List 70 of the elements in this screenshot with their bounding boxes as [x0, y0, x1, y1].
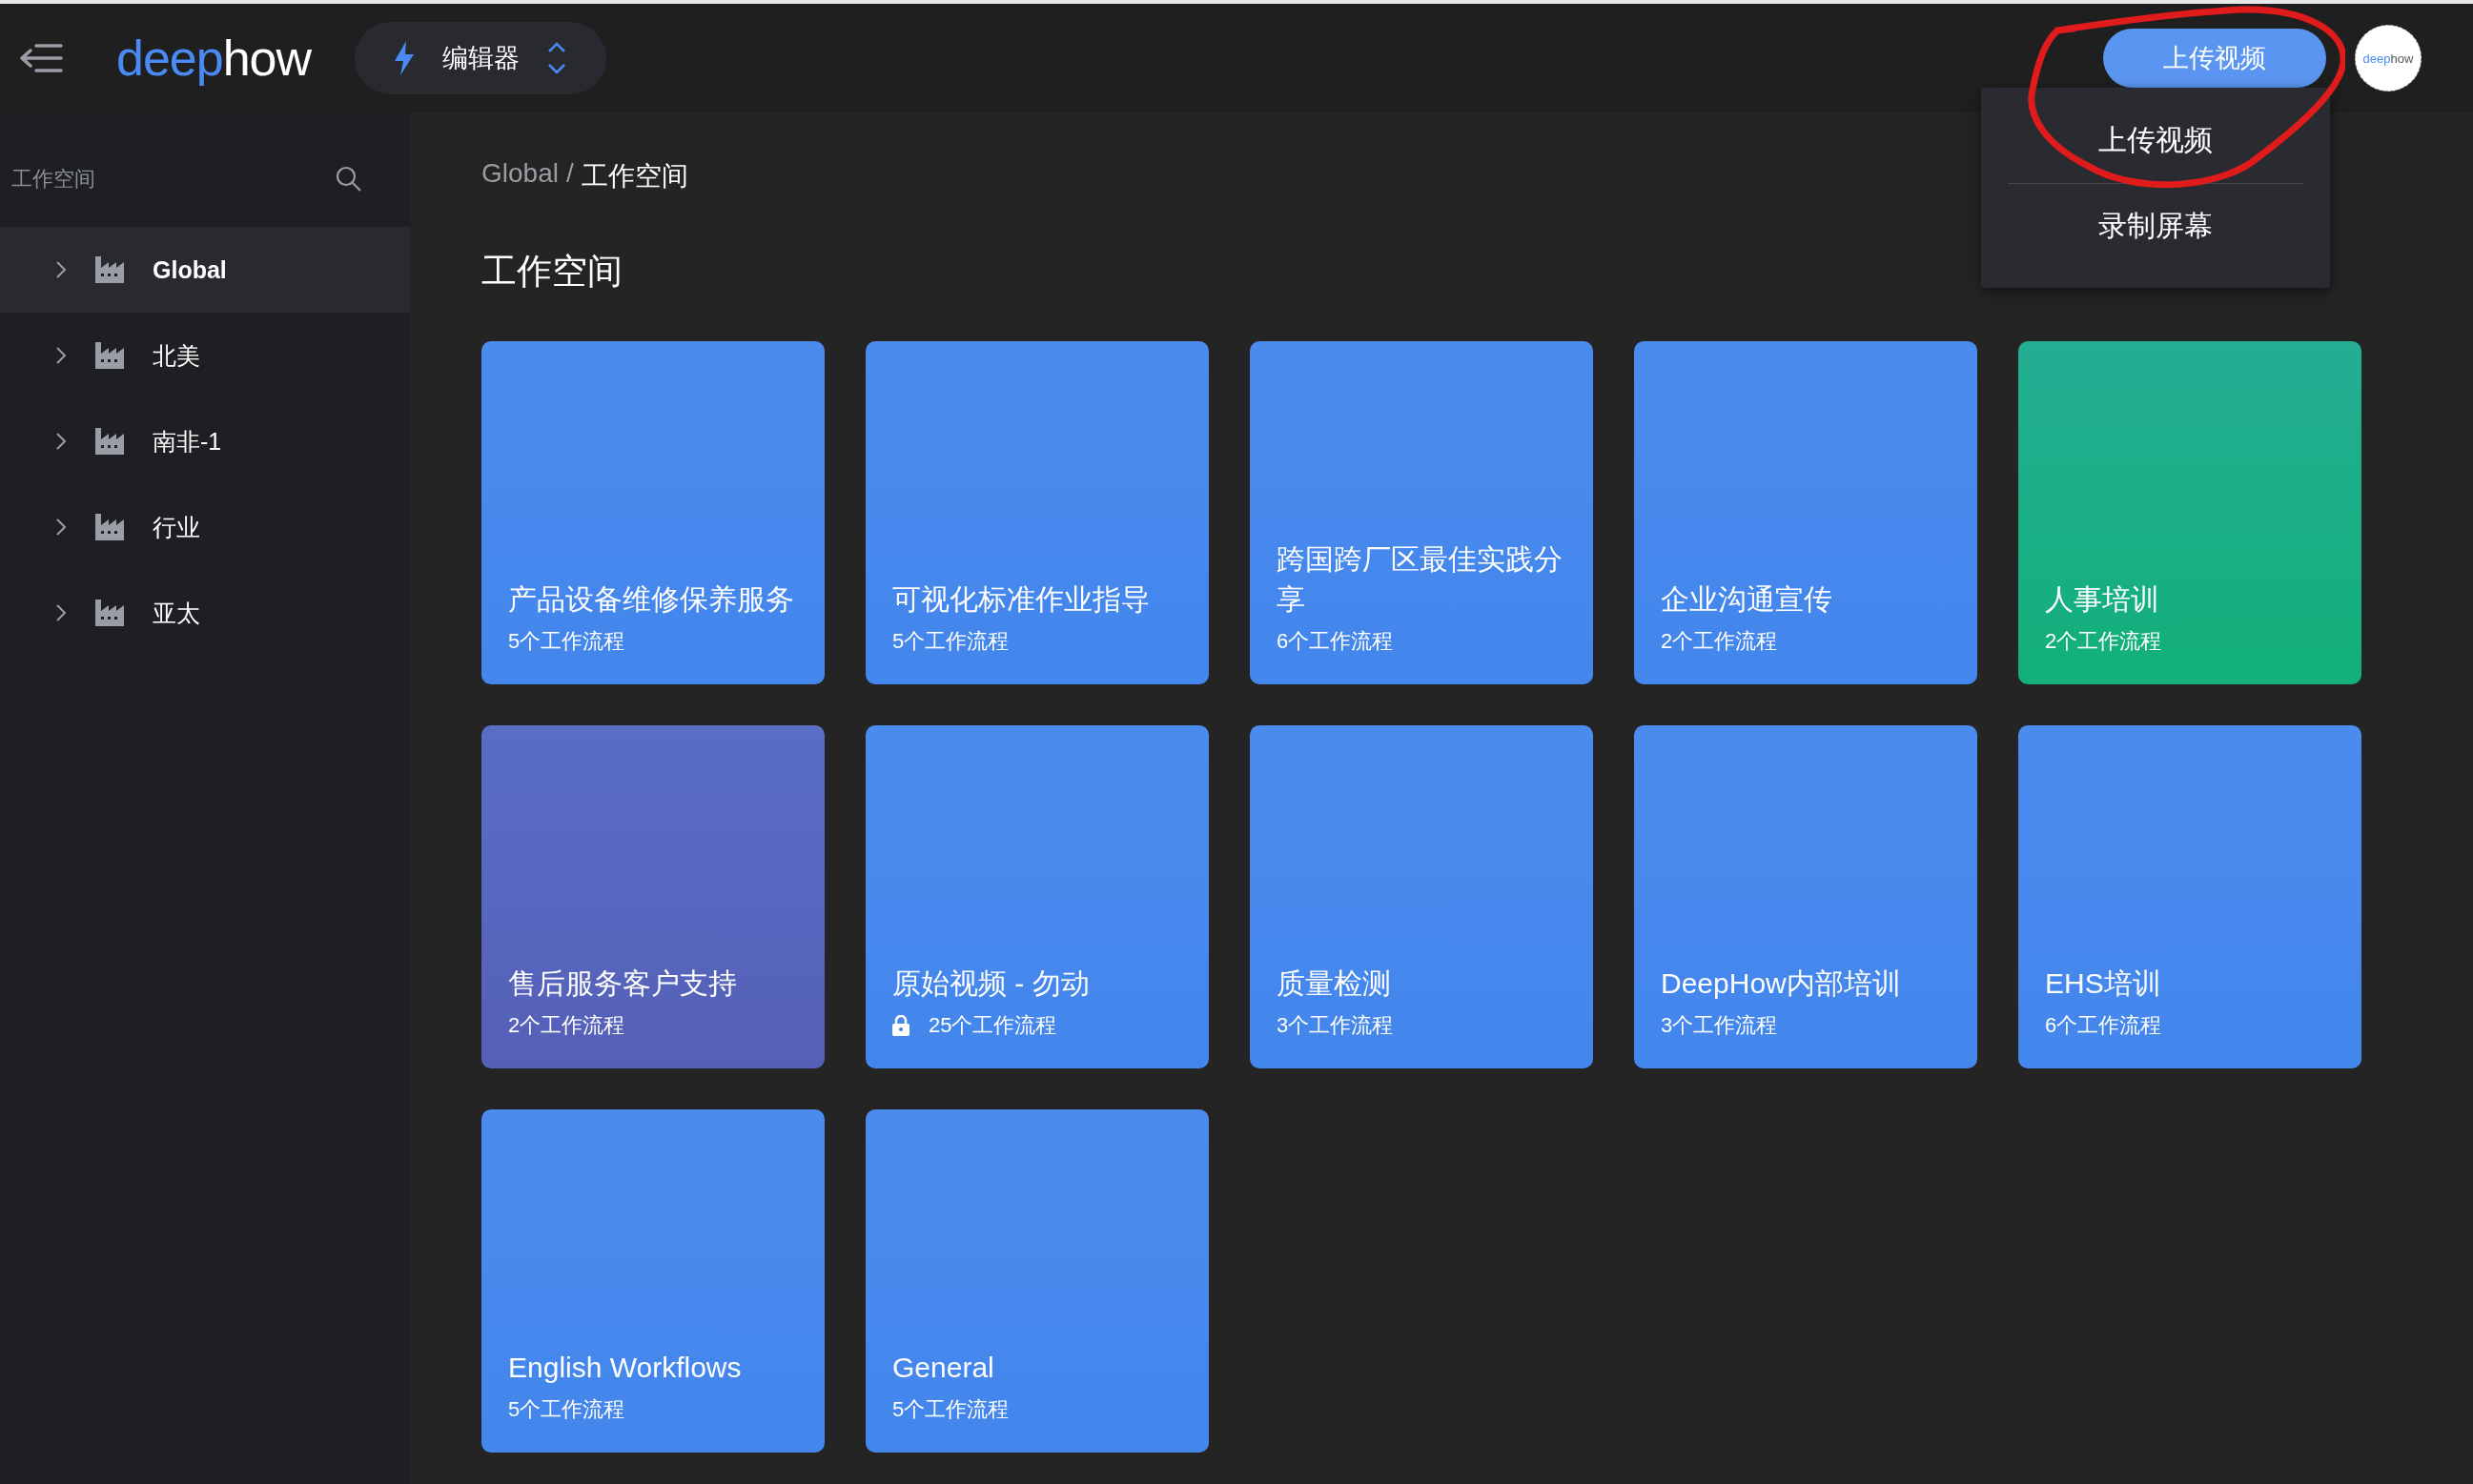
- workspace-title: 质量检测: [1277, 966, 1392, 1001]
- workflow-count: 2个工作流程: [2045, 628, 2162, 655]
- sidebar-label: 亚太: [153, 598, 200, 628]
- workspace-title: 原始视频 - 勿动: [892, 966, 1091, 1001]
- menu-item[interactable]: 上传视频: [2008, 97, 2303, 183]
- menu-item[interactable]: 录制屏幕: [2008, 183, 2303, 269]
- workflow-count: 5个工作流程: [892, 628, 1010, 655]
- page-heading: 工作空间: [481, 251, 623, 293]
- breadcrumb-current: 工作空间: [581, 160, 688, 193]
- workspace-title: DeepHow内部培训: [1661, 966, 1902, 1001]
- workspace-title: EHS培训: [2045, 966, 2162, 1001]
- upload-video-button[interactable]: 上传视频: [2103, 29, 2326, 88]
- search-icon[interactable]: [336, 166, 362, 193]
- sidebar-item[interactable]: 行业: [0, 484, 410, 570]
- workspace-title: 可视化标准作业指导: [892, 582, 1151, 617]
- sidebar-item[interactable]: Global: [0, 227, 410, 313]
- breadcrumb-separator: /: [565, 158, 574, 190]
- mode-dropdown[interactable]: 编辑器: [355, 22, 607, 94]
- chevron-right-icon: [55, 346, 67, 365]
- workflow-count: 3个工作流程: [1661, 1012, 1778, 1039]
- factory-icon: [95, 514, 124, 540]
- workflow-count: 3个工作流程: [1277, 1012, 1394, 1039]
- workspace-title: English Workflows: [508, 1351, 743, 1385]
- workspace-card[interactable]: English Workflows 5个工作流程: [481, 1109, 825, 1453]
- sidebar-label: Global: [153, 255, 227, 284]
- workflow-count: 5个工作流程: [508, 628, 625, 655]
- lightning-icon: [393, 41, 417, 75]
- factory-icon: [95, 342, 124, 369]
- workspace-title: 售后服务客户支持: [508, 966, 738, 1001]
- workspace-card[interactable]: 企业沟通宣传 2个工作流程: [1634, 341, 1977, 684]
- sidebar-label: 行业: [153, 512, 200, 542]
- workspace-title: 人事培训: [2045, 582, 2160, 617]
- chevron-right-icon: [55, 432, 67, 451]
- workspace-card[interactable]: 跨国跨厂区最佳实践分享 6个工作流程: [1250, 341, 1593, 684]
- workspace-card[interactable]: 可视化标准作业指导 5个工作流程: [866, 341, 1209, 684]
- chevron-right-icon: [55, 603, 67, 622]
- workspace-card[interactable]: 售后服务客户支持 2个工作流程: [481, 725, 825, 1068]
- chevron-right-icon: [55, 260, 67, 279]
- sidebar-item[interactable]: 北美: [0, 313, 410, 398]
- workflow-count: 2个工作流程: [1661, 628, 1778, 655]
- workspace-card[interactable]: 质量检测 3个工作流程: [1250, 725, 1593, 1068]
- up-down-icon: [546, 41, 568, 75]
- workspace-title: 跨国跨厂区最佳实践分享: [1277, 542, 1564, 617]
- factory-icon: [95, 600, 124, 626]
- workflow-count: 6个工作流程: [1277, 628, 1394, 655]
- workflow-count: 25个工作流程: [929, 1012, 1057, 1039]
- sidebar-title: 工作空间: [11, 166, 95, 193]
- workflow-count: 6个工作流程: [2045, 1012, 2162, 1039]
- sidebar-item[interactable]: 南非-1: [0, 398, 410, 484]
- workspace-card[interactable]: 产品设备维修保养服务 5个工作流程: [481, 341, 825, 684]
- workspace-card[interactable]: General 5个工作流程: [866, 1109, 1209, 1453]
- sidebar-label: 南非-1: [153, 426, 222, 457]
- breadcrumb-link[interactable]: Global: [481, 158, 559, 194]
- avatar[interactable]: deephow: [2355, 25, 2422, 91]
- workspace-title: 产品设备维修保养服务: [508, 582, 795, 617]
- workflow-count: 5个工作流程: [892, 1396, 1010, 1423]
- workspace-title: General: [892, 1351, 995, 1385]
- workspace-title: 企业沟通宣传: [1661, 582, 1833, 617]
- factory-icon: [95, 256, 124, 283]
- workflow-count: 2个工作流程: [508, 1012, 625, 1039]
- workspace-card[interactable]: DeepHow内部培训 3个工作流程: [1634, 725, 1977, 1068]
- workspace-card[interactable]: 人事培训 2个工作流程: [2018, 341, 2361, 684]
- sidebar-label: 北美: [153, 340, 200, 371]
- workspace-card[interactable]: EHS培训 6个工作流程: [2018, 725, 2361, 1068]
- workspace-card[interactable]: 原始视频 - 勿动 25个工作流程: [866, 725, 1209, 1068]
- workflow-count: 5个工作流程: [508, 1396, 625, 1423]
- sidebar-item[interactable]: 亚太: [0, 570, 410, 656]
- chevron-right-icon: [55, 518, 67, 537]
- factory-icon: [95, 428, 124, 455]
- menu-collapse-icon[interactable]: [19, 44, 63, 72]
